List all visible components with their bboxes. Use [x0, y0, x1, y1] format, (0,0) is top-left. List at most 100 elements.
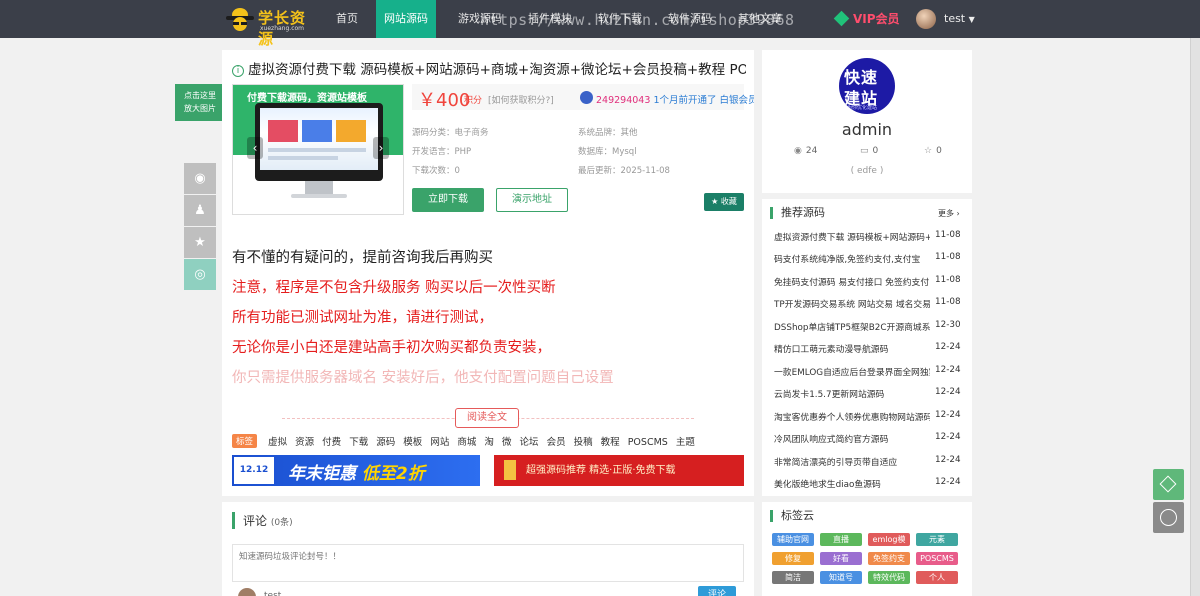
ad-badge: 12.12 [234, 457, 274, 484]
tag-link[interactable]: 商城 [457, 434, 476, 448]
meta-brand: 系统品牌：其他 [578, 128, 638, 138]
ad-text: 年末钜惠 低至2折 [288, 459, 425, 484]
list-item[interactable]: 精仿口工萌元素动漫导航源码 12-24 [774, 342, 964, 356]
ad-banner-year-end[interactable]: 12.12 年末钜惠 低至2折 [232, 455, 480, 486]
list-item[interactable]: 美化版绝地求生diao鱼源码 12-24 [774, 477, 964, 491]
tag-link[interactable]: POSCMS [628, 437, 668, 448]
meta-database: 数据库：Mysql [578, 147, 637, 157]
tag-link[interactable]: 淘 [484, 434, 494, 448]
zoom-tip-line1: 点击这里 [184, 91, 216, 100]
demo-button[interactable]: 演示地址 [496, 188, 568, 212]
price-bar: ￥400 积分 [如何获取积分?] 249294043 1个月前开通了 白银会员 [412, 84, 754, 111]
views-count: 24 [805, 146, 818, 156]
author-comments: ▭ 0 [860, 146, 878, 156]
ad-icon [504, 460, 516, 480]
zoom-image-tip[interactable]: 点击这里 放大图片 [175, 84, 230, 121]
share-qzone-button[interactable]: ★ [184, 227, 216, 258]
author-subtitle: ( edfe ) [850, 166, 884, 176]
download-button[interactable]: 立即下载 [412, 188, 484, 212]
tag-link[interactable]: 会员 [547, 434, 566, 448]
vip-float-button[interactable] [1153, 469, 1184, 500]
tag-cloud-item[interactable]: 直播 [820, 533, 862, 546]
tag-cloud-item[interactable]: 好看 [820, 552, 862, 565]
site-logo[interactable]: 学长资源 xuezhang.com [224, 4, 310, 48]
ad-text: 超强源码推荐 精选·正版·免费下载 [526, 465, 676, 476]
comments-count: 0 [872, 146, 879, 156]
prev-image-button[interactable]: ‹ [247, 137, 263, 159]
tag-link[interactable]: 付费 [322, 434, 341, 448]
points-help-link[interactable]: [如何获取积分?] [488, 93, 554, 106]
meta-language: 开发语言：PHP [412, 147, 472, 157]
tag-link[interactable]: 投稿 [574, 434, 593, 448]
list-item[interactable]: 虚拟资源付费下载 源码模板+网站源码+商城 11-08 [774, 230, 964, 244]
list-item[interactable]: DSShop单店铺TP5框架B2C开源商城系统 12-30 [774, 320, 964, 334]
recommended-title: 推荐源码 [770, 207, 825, 219]
share-qq-button[interactable]: ♟ [184, 195, 216, 226]
recommended-card: 推荐源码 更多 › 虚拟资源付费下载 源码模板+网站源码+商城 11-08 码支付… [762, 199, 972, 496]
share-weibo-button[interactable]: ◉ [184, 163, 216, 194]
tag-link[interactable]: 下载 [349, 434, 368, 448]
buyer-ago: 1个月前开通了 [653, 95, 717, 106]
item-title: 非常简洁漂亮的引导页带自适应 [774, 458, 898, 468]
tag-link[interactable]: 教程 [601, 434, 620, 448]
page-scrollbar[interactable] [1190, 38, 1200, 596]
monitor-image [255, 103, 383, 181]
read-more-button[interactable]: 阅读全文 [455, 408, 519, 428]
author-logo-line3: 为你优化建站 [847, 105, 878, 111]
tag-cloud-item[interactable]: 辅助官网 [772, 533, 814, 546]
tag-link[interactable]: 论坛 [520, 434, 539, 448]
tag-cloud-item[interactable]: emlog模 [868, 533, 910, 546]
tag-cloud-item[interactable]: 修复 [772, 552, 814, 565]
list-item[interactable]: 码支付系统纯净版,免签约支付,支付宝 11-08 [774, 252, 964, 266]
favorite-button[interactable]: ★ 收藏 [704, 193, 744, 211]
user-avatar[interactable] [916, 9, 936, 29]
comment-input[interactable] [232, 544, 744, 582]
tag-cloud-item[interactable]: 个人 [916, 571, 958, 584]
user-menu[interactable]: test ▼ [944, 0, 975, 38]
list-item[interactable]: 非常简洁漂亮的引导页带自适应 12-24 [774, 455, 964, 469]
customer-service-button[interactable] [1153, 502, 1184, 533]
meta-downloads: 下载次数：0 [412, 166, 460, 176]
tag-cloud-item[interactable]: 知道号 [820, 571, 862, 584]
next-image-button[interactable]: › [373, 137, 389, 159]
tag-link[interactable]: 主题 [676, 434, 695, 448]
item-title: 免挂码支付源码 易支付接口 免签约支付 [774, 278, 930, 288]
list-item[interactable]: 一款EMLOG自适应后台登录界面全网独家 12-24 [774, 365, 964, 379]
share-wechat-button[interactable]: ◎ [184, 259, 216, 290]
list-item[interactable]: 淘宝客优惠券个人领券优惠购物网站源码 12-24 [774, 410, 964, 424]
list-item[interactable]: 免挂码支付源码 易支付接口 免签约支付 11-08 [774, 275, 964, 289]
list-item[interactable]: TP开发源码交易系统 网站交易 域名交易 11-08 [774, 297, 964, 311]
tag-link[interactable]: 微 [502, 434, 512, 448]
ad-banner-source[interactable]: 超强源码推荐 精选·正版·免费下载 [494, 455, 744, 486]
tag-link[interactable]: 网站 [430, 434, 449, 448]
tag-cloud-item[interactable]: 简洁 [772, 571, 814, 584]
author-name[interactable]: admin [762, 120, 972, 139]
tag-cloud-item[interactable]: 免签约支 [868, 552, 910, 565]
author-avatar[interactable]: 快速 建站 为你优化建站 [839, 58, 895, 114]
author-card: 快速 建站 为你优化建站 admin ◉ 24 ▭ 0 ☆ 0 ( edfe ) [762, 50, 972, 193]
star-icon: ★ [194, 235, 206, 250]
product-thumbnail[interactable]: 付费下载源码，资源站模板 ‹ › [232, 84, 404, 215]
list-item[interactable]: 冷风团队响应式简约官方源码 12-24 [774, 432, 964, 446]
diamond-icon [833, 10, 850, 27]
ad-text-b: 低至2折 [361, 464, 425, 484]
nav-website-source[interactable]: 网站源码 [376, 0, 436, 38]
vip-button[interactable]: VIP会员 [833, 0, 900, 38]
nav-home[interactable]: 首页 [336, 0, 358, 38]
tag-link[interactable]: 虚拟 [268, 434, 287, 448]
price: ￥400 [418, 90, 471, 111]
weibo-icon: ◉ [194, 171, 206, 186]
more-link[interactable]: 更多 › [938, 208, 960, 219]
tag-cloud-item[interactable]: 元素 [916, 533, 958, 546]
item-date: 12-24 [935, 432, 961, 442]
favorites-count: 0 [936, 146, 942, 156]
author-views: ◉ 24 [794, 146, 817, 156]
tag-cloud-item[interactable]: POSCMS [916, 552, 958, 565]
submit-comment-button[interactable]: 评论 [698, 586, 736, 596]
tag-link[interactable]: 模板 [403, 434, 422, 448]
list-item[interactable]: 云尚发卡1.5.7更新网站源码 12-24 [774, 387, 964, 401]
top-navbar: 学长资源 xuezhang.com 首页 网站源码 游戏源码 插件模块 软件下载… [0, 0, 1200, 48]
tag-cloud-item[interactable]: 特效代码 [868, 571, 910, 584]
tag-link[interactable]: 源码 [376, 434, 395, 448]
tag-link[interactable]: 资源 [295, 434, 314, 448]
